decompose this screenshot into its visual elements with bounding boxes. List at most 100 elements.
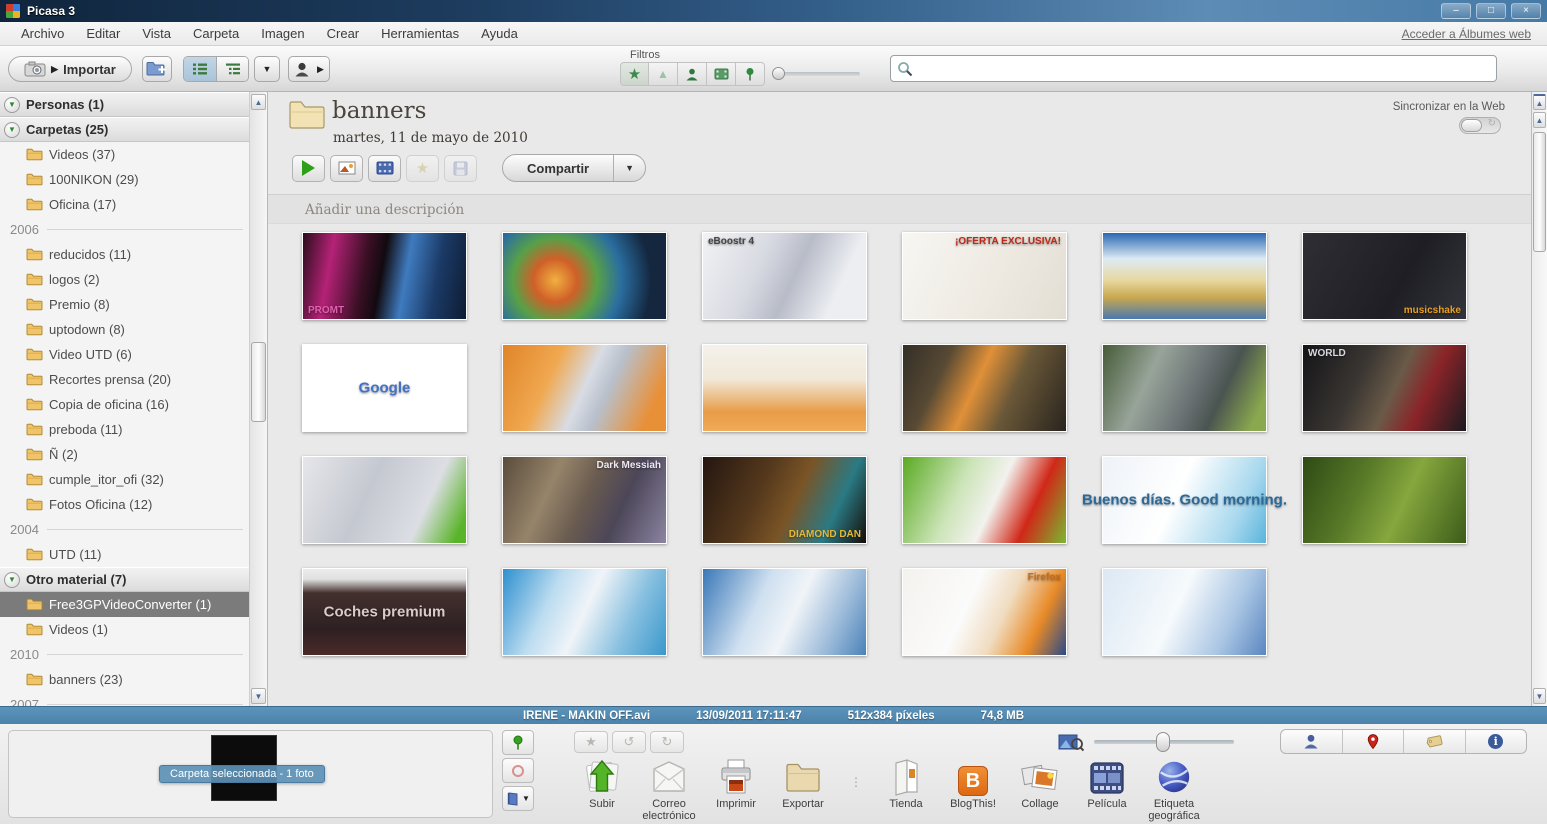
sidebar-item[interactable]: ▼ uptodown (8) [0, 317, 249, 342]
add-to-album-button[interactable]: ▼ [502, 786, 534, 811]
photo-thumbnail[interactable]: Google [302, 344, 467, 432]
sidebar-item[interactable]: ▼ UTD (11) [0, 542, 249, 567]
sync-web-toggle[interactable]: ↻ [1459, 117, 1501, 134]
filter-videos-button[interactable] [707, 62, 736, 86]
photo-thumbnail[interactable] [1302, 456, 1467, 544]
scroll-up-icon[interactable]: ▲ [1533, 112, 1546, 128]
photo-thumbnail[interactable] [502, 568, 667, 656]
restore-button[interactable]: □ [1476, 3, 1506, 19]
movie-button[interactable]: Película [1075, 756, 1139, 810]
blogthis-button[interactable]: B BlogThis! [941, 756, 1005, 810]
photo-thumbnail[interactable]: Coches premium [302, 568, 467, 656]
scroll-up-icon[interactable]: ▲ [251, 94, 266, 110]
export-button[interactable]: Exportar [771, 756, 835, 810]
clear-selection-button[interactable] [502, 758, 534, 783]
photo-thumbnail[interactable]: DIAMOND DAN [702, 456, 867, 544]
share-label[interactable]: Compartir [503, 155, 613, 181]
star-button[interactable]: ★ [406, 155, 439, 182]
photo-thumbnail[interactable] [302, 456, 467, 544]
search-input[interactable] [918, 61, 1490, 76]
filter-geotagged-button[interactable] [736, 62, 765, 86]
photo-thumbnail[interactable]: ¡OFERTA EXCLUSIVA! [902, 232, 1067, 320]
photo-thumbnail[interactable]: eBoostr 4 [702, 232, 867, 320]
menu-item[interactable]: Archivo [10, 24, 75, 43]
sidebar-item[interactable]: ▼ Video UTD (6) [0, 342, 249, 367]
star-photo-button[interactable]: ★ [574, 731, 608, 753]
print-button[interactable]: Imprimir [704, 756, 768, 810]
filter-date-slider[interactable] [772, 72, 860, 76]
menu-item[interactable]: Editar [75, 24, 131, 43]
photo-thumbnail[interactable]: PROMT [302, 232, 467, 320]
people-button[interactable]: ▶ [288, 56, 330, 82]
hold-selection-button[interactable] [502, 730, 534, 755]
photo-thumbnail[interactable]: Firefox [902, 568, 1067, 656]
people-panel-button[interactable] [1281, 730, 1342, 753]
slideshow-play-button[interactable] [292, 155, 325, 182]
photo-thumbnail[interactable] [902, 344, 1067, 432]
view-options-dropdown[interactable]: ▼ [254, 56, 280, 82]
sidebar-item[interactable]: ▼ Otro material (7) [0, 567, 249, 592]
sidebar-item[interactable]: ▼ Recortes prensa (20) [0, 367, 249, 392]
sidebar-item[interactable]: ▼ Free3GPVideoConverter (1) [0, 592, 249, 617]
minimize-button[interactable]: – [1441, 3, 1471, 19]
sidebar-item[interactable]: ▼ Premio (8) [0, 292, 249, 317]
upload-button[interactable]: Subir [570, 756, 634, 810]
sidebar-item[interactable]: ▼ banners (23) [0, 667, 249, 692]
share-button[interactable]: Compartir ▼ [502, 154, 646, 182]
scroll-down-icon[interactable]: ▼ [1533, 688, 1546, 704]
photo-thumbnail[interactable]: Dark Messiah [502, 456, 667, 544]
menu-item[interactable]: Crear [316, 24, 371, 43]
menu-item[interactable]: Herramientas [370, 24, 470, 43]
sidebar-item[interactable]: ▼ Ñ (2) [0, 442, 249, 467]
sidebar-item[interactable]: ▼ 2007 [0, 692, 249, 706]
create-movie-button[interactable] [368, 155, 401, 182]
photo-thumbnail[interactable] [702, 568, 867, 656]
collapse-arrow-icon[interactable]: ▼ [4, 122, 20, 138]
sidebar-item[interactable]: ▼ Copia de oficina (16) [0, 392, 249, 417]
add-photos-button[interactable] [330, 155, 363, 182]
scroll-down-icon[interactable]: ▼ [251, 688, 266, 704]
rotate-right-button[interactable]: ↻ [650, 731, 684, 753]
collapse-arrow-icon[interactable]: ▼ [4, 97, 20, 113]
sidebar-item[interactable]: ▼ reducidos (11) [0, 242, 249, 267]
scrollbar-thumb[interactable] [251, 342, 266, 422]
share-dropdown[interactable]: ▼ [613, 155, 645, 181]
geotag-button[interactable]: Etiqueta geográfica [1142, 756, 1206, 822]
tags-panel-button[interactable] [1403, 730, 1465, 753]
menu-item[interactable]: Carpeta [182, 24, 250, 43]
slider-knob[interactable] [772, 67, 785, 80]
menu-item[interactable]: Ayuda [470, 24, 529, 43]
photo-thumbnail[interactable] [502, 344, 667, 432]
rotate-left-button[interactable]: ↺ [612, 731, 646, 753]
photo-thumbnail[interactable]: Buenos días. Good morning. [1102, 456, 1267, 544]
close-button[interactable]: × [1511, 3, 1541, 19]
collage-button[interactable]: Collage [1008, 756, 1072, 810]
photo-thumbnail[interactable] [1102, 344, 1267, 432]
collapse-arrow-icon[interactable]: ▼ [4, 572, 20, 588]
web-albums-link[interactable]: Acceder a Álbumes web [1402, 27, 1537, 41]
scroll-top-icon[interactable]: ▲ [1533, 94, 1546, 110]
menu-item[interactable]: Imagen [250, 24, 315, 43]
content-scrollbar[interactable]: ▲ ▲ ▼ [1531, 92, 1547, 706]
sidebar-item[interactable]: ▼ preboda (11) [0, 417, 249, 442]
sidebar-item[interactable]: ▼ 2006 [0, 217, 249, 242]
add-album-button[interactable] [142, 56, 172, 82]
places-panel-button[interactable] [1342, 730, 1404, 753]
description-placeholder[interactable]: Añadir una descripción [305, 202, 464, 218]
scrollbar-thumb[interactable] [1533, 132, 1546, 252]
sidebar-item[interactable]: ▼ 2004 [0, 517, 249, 542]
photo-thumbnail[interactable] [902, 456, 1067, 544]
shop-button[interactable]: Tienda [874, 756, 938, 810]
import-button[interactable]: ▶ Importar [8, 56, 132, 82]
sidebar-item[interactable]: ▼ 100NIKON (29) [0, 167, 249, 192]
photo-thumbnail[interactable] [502, 232, 667, 320]
filter-faces-button[interactable] [678, 62, 707, 86]
flat-view-button[interactable] [184, 57, 216, 81]
save-button[interactable] [444, 155, 477, 182]
photo-thumbnail[interactable]: musicshake [1302, 232, 1467, 320]
tree-view-button[interactable] [216, 57, 248, 81]
properties-panel-button[interactable]: i [1465, 730, 1527, 753]
sidebar-item[interactable]: ▼ Fotos Oficina (12) [0, 492, 249, 517]
sidebar-scrollbar[interactable]: ▲ ▼ [250, 92, 268, 706]
zoom-slider[interactable] [1094, 740, 1234, 744]
